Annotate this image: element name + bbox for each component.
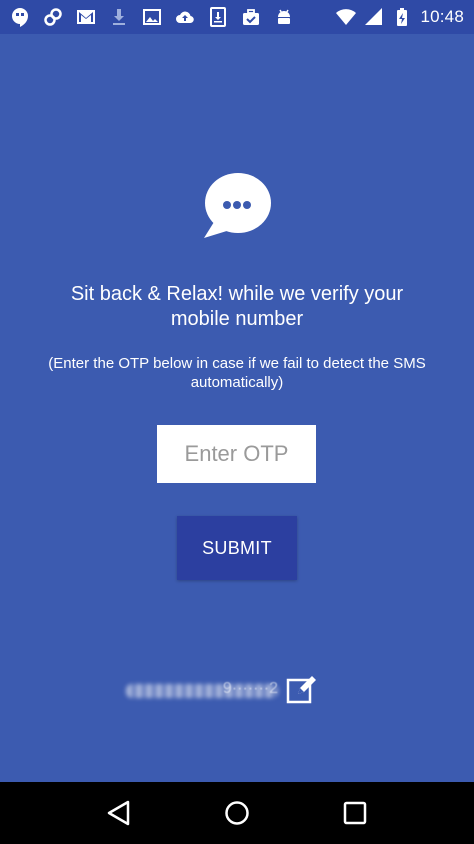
phone-number: 9·······2	[222, 680, 278, 697]
chat-bubble-icon	[204, 172, 272, 240]
download-icon	[109, 7, 129, 27]
verify-screen: Sit back & Relax! while we verify your m…	[0, 34, 474, 782]
hangouts-icon	[10, 7, 30, 27]
status-bar: 10:48	[0, 0, 474, 34]
otp-input[interactable]	[157, 425, 316, 483]
notification-icons	[10, 7, 294, 27]
battery-charging-icon	[392, 7, 412, 27]
download-box-icon	[208, 7, 228, 27]
submit-button[interactable]: SUBMIT	[177, 516, 297, 580]
wifi-icon	[336, 7, 357, 27]
image-icon	[142, 7, 162, 27]
android-icon	[274, 7, 294, 27]
link-icon	[43, 7, 63, 27]
navigation-bar	[0, 782, 474, 844]
cloud-upload-icon	[175, 7, 195, 27]
verify-headline: Sit back & Relax! while we verify your m…	[70, 283, 404, 330]
edit-number-icon[interactable]	[286, 674, 318, 706]
status-clock: 10:48	[420, 7, 464, 26]
home-icon[interactable]	[222, 798, 252, 828]
system-status: 10:48	[336, 7, 464, 27]
signal-icon	[364, 7, 384, 27]
phone-number-row: 9·······2	[126, 674, 326, 706]
gmail-icon	[76, 7, 96, 27]
briefcase-icon	[241, 7, 261, 27]
recents-icon[interactable]	[340, 798, 370, 828]
back-icon[interactable]	[104, 798, 134, 828]
otp-hint: (Enter the OTP below in case if we fail …	[48, 355, 426, 391]
